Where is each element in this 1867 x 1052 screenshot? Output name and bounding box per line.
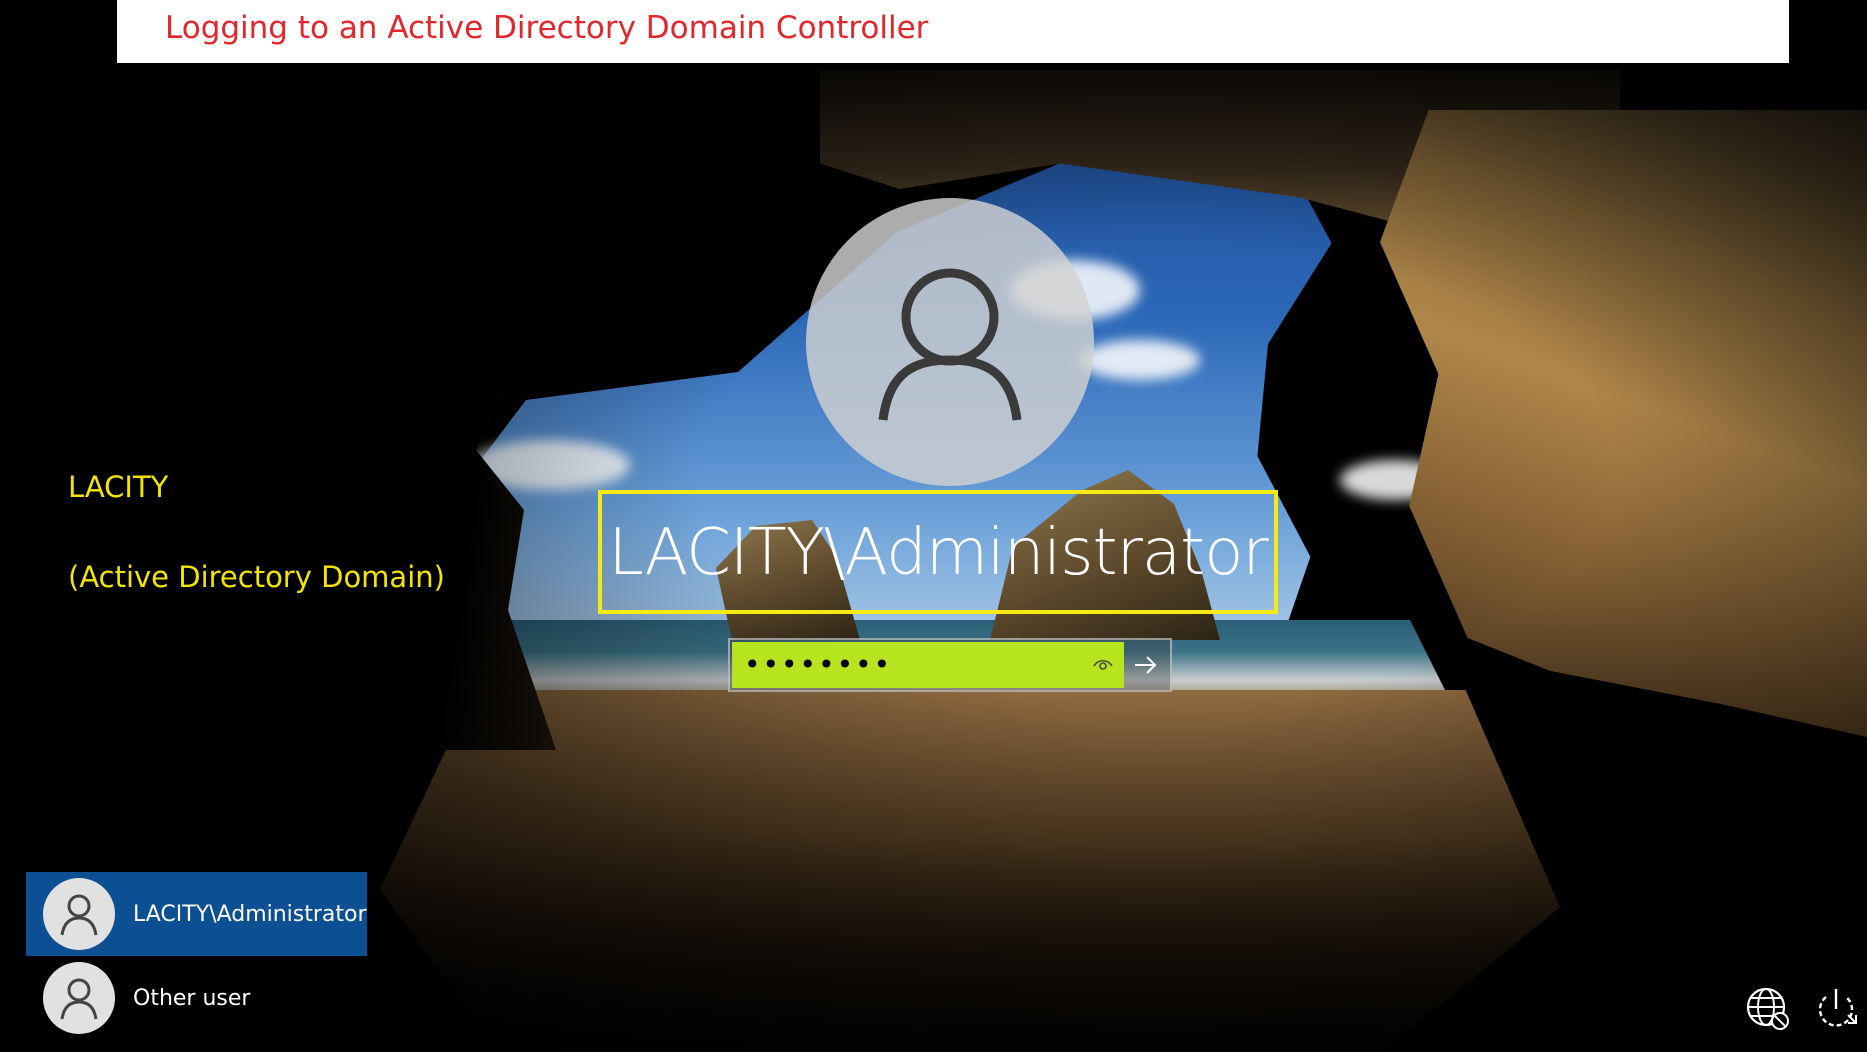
domain-name-annotation: LACITY (68, 470, 169, 504)
user-avatar-icon (43, 962, 115, 1034)
caption-title: Logging to an Active Directory Domain Co… (165, 10, 929, 46)
domain-description-annotation: (Active Directory Domain) (68, 560, 445, 594)
user-list-label: Other user (133, 985, 251, 1011)
password-input[interactable]: •••••••• (732, 642, 1124, 688)
caption-banner: Logging to an Active Directory Domain Co… (117, 0, 1789, 63)
power-button[interactable] (1812, 985, 1860, 1033)
user-avatar-icon (43, 878, 115, 950)
submit-button[interactable] (1124, 642, 1168, 688)
password-value: •••••••• (744, 648, 893, 681)
eye-icon[interactable] (1092, 654, 1114, 676)
user-list-label: LACITY\Administrator (133, 901, 367, 927)
user-list-item-other-user[interactable]: Other user (26, 956, 367, 1040)
power-icon (1818, 989, 1857, 1027)
network-button[interactable] (1744, 985, 1792, 1033)
arrow-right-icon (1135, 656, 1157, 674)
lock-screen: Logging to an Active Directory Domain Co… (0, 0, 1867, 1052)
user-list-item-administrator[interactable]: LACITY\Administrator (26, 872, 367, 956)
username-label: LACITY\Administrator (608, 516, 1268, 590)
user-avatar (806, 198, 1094, 486)
password-row: •••••••• (728, 638, 1172, 692)
network-globe-icon (1746, 987, 1789, 1030)
user-avatar-icon (878, 268, 1022, 421)
username-highlight-box: LACITY\Administrator (598, 490, 1278, 614)
